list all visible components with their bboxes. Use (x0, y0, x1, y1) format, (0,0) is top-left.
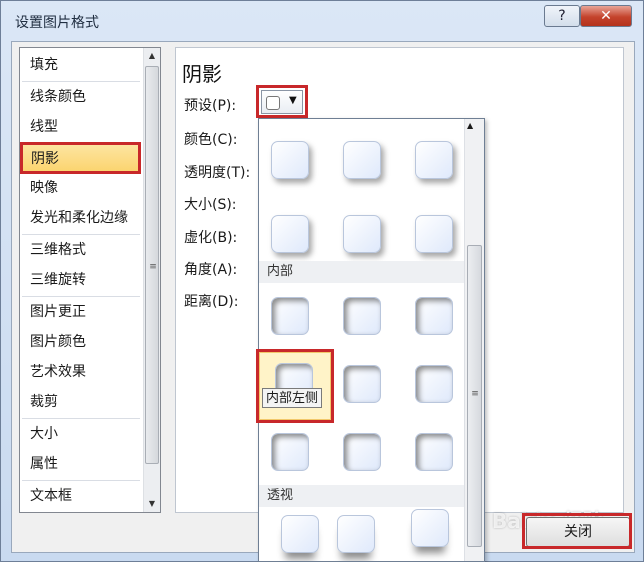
category-item-line-style[interactable]: 线型 (22, 112, 140, 142)
preset-outer-2[interactable] (343, 141, 381, 179)
preset-inner-8[interactable] (343, 433, 381, 471)
preset-inner-right[interactable] (415, 365, 453, 403)
transparency-label: 透明度(T): (184, 165, 251, 181)
highlight-box-preset (256, 85, 308, 118)
highlight-box-shadow-item (20, 142, 141, 174)
category-list-scrollbar[interactable]: ▲ ≡ ▼ (143, 48, 160, 512)
gallery-scrollbar-thumb[interactable]: ≡ (467, 245, 482, 547)
category-list[interactable]: 填充 线条颜色 线型 阴影 映像 发光和柔化边缘 三维格式 三维旋转 图片更正 … (19, 47, 161, 513)
distance-label: 距离(D): (184, 294, 239, 310)
close-window-button[interactable]: ✕ (580, 5, 632, 27)
size-label: 大小(S): (184, 197, 237, 213)
preset-perspective-1[interactable] (281, 515, 319, 553)
preset-outer-1[interactable] (271, 141, 309, 179)
preset-inner-center[interactable] (343, 365, 381, 403)
preset-inner-2[interactable] (343, 297, 381, 335)
preset-outer-6[interactable] (415, 215, 453, 253)
scroll-up-icon[interactable]: ▲ (467, 121, 473, 130)
preset-inner-7[interactable] (271, 433, 309, 471)
preset-perspective-2[interactable] (337, 515, 375, 553)
scroll-up-icon[interactable]: ▲ (144, 48, 160, 64)
scrollbar-thumb[interactable]: ≡ (145, 66, 159, 464)
category-item-3d-rotation[interactable]: 三维旋转 (22, 265, 140, 295)
category-item-3d-format[interactable]: 三维格式 (22, 235, 140, 265)
angle-label: 角度(A): (184, 262, 238, 278)
category-item-line-color[interactable]: 线条颜色 (22, 82, 140, 112)
preset-outer-5[interactable] (343, 215, 381, 253)
grip-icon: ≡ (149, 262, 157, 272)
blur-label: 虚化(B): (184, 230, 238, 246)
category-item-glow-soft-edges[interactable]: 发光和柔化边缘 (22, 203, 140, 233)
scroll-down-icon[interactable]: ▼ (144, 496, 160, 512)
color-label: 颜色(C): (184, 132, 238, 148)
preset-outer-4[interactable] (271, 215, 309, 253)
panel-heading: 阴影 (182, 62, 222, 86)
category-item-text-box[interactable]: 文本框 (22, 481, 140, 511)
help-button[interactable]: ? (544, 5, 580, 27)
category-item-crop[interactable]: 裁剪 (22, 387, 140, 417)
grip-icon: ≡ (471, 389, 479, 399)
gallery-section-inner: 内部 (259, 261, 464, 283)
highlight-box-close (522, 513, 632, 549)
gallery-section-perspective: 透视 (259, 485, 464, 507)
category-item-reflection[interactable]: 映像 (22, 173, 140, 203)
preset-inner-9[interactable] (415, 433, 453, 471)
category-item-fill[interactable]: 填充 (22, 50, 140, 80)
category-item-artistic-effects[interactable]: 艺术效果 (22, 357, 140, 387)
highlight-box-inner-left (256, 349, 334, 423)
dialog-title: 设置图片格式 (15, 15, 99, 31)
title-bar: 设置图片格式 ? ✕ (1, 1, 643, 39)
category-item-properties[interactable]: 属性 (22, 449, 140, 479)
preset-label: 预设(P): (184, 98, 237, 114)
shadow-preset-gallery[interactable]: 内部 透视 ▲ ≡ (258, 118, 485, 562)
preset-inner-1[interactable] (271, 297, 309, 335)
preset-outer-3[interactable] (415, 141, 453, 179)
preset-perspective-3[interactable] (411, 509, 449, 547)
gallery-scrollbar[interactable]: ▲ ≡ (464, 119, 484, 561)
category-item-picture-color[interactable]: 图片颜色 (22, 327, 140, 357)
category-item-size[interactable]: 大小 (22, 419, 140, 449)
preset-inner-3[interactable] (415, 297, 453, 335)
category-item-picture-corrections[interactable]: 图片更正 (22, 297, 140, 327)
